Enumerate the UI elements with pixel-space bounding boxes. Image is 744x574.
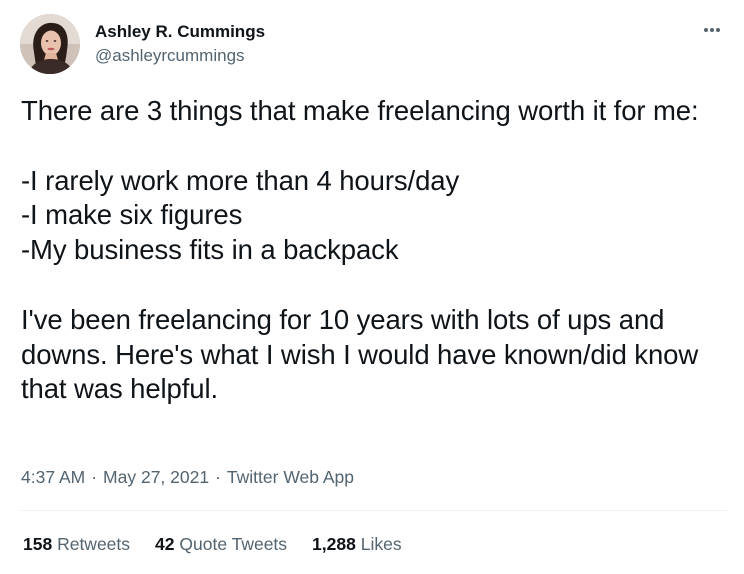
separator-dot: · [215, 467, 221, 487]
profile-photo-icon [20, 14, 80, 74]
avatar[interactable] [20, 14, 80, 74]
retweets-label: Retweets [57, 534, 131, 554]
author-handle[interactable]: @ashleyrcummings [95, 45, 265, 67]
more-options-button[interactable] [700, 20, 724, 40]
more-horizontal-icon [716, 28, 720, 32]
more-horizontal-icon [710, 28, 714, 32]
tweet-text: There are 3 things that make freelancing… [21, 95, 699, 405]
tweet-card: Ashley R. Cummings @ashleyrcummings Ther… [0, 0, 744, 574]
likes-count: 1,288 [312, 534, 356, 554]
separator-dot: · [91, 467, 98, 487]
retweets-count: 158 [23, 534, 53, 554]
quote-tweets-count: 42 [155, 534, 175, 554]
tweet-metadata: 4:37 AM · May 27, 2021 · Twitter Web App [21, 466, 354, 488]
quote-tweets-stat[interactable]: 42 Quote Tweets [155, 533, 287, 555]
quote-tweets-label: Quote Tweets [179, 534, 288, 554]
tweet-source[interactable]: Twitter Web App [227, 467, 354, 487]
tweet-stats: 158 Retweets 42 Quote Tweets 1,288 Likes [23, 533, 427, 555]
author-display-name[interactable]: Ashley R. Cummings [95, 21, 265, 43]
tweet-date[interactable]: May 27, 2021 [103, 467, 209, 487]
tweet-time[interactable]: 4:37 AM [21, 467, 85, 487]
tweet-author: Ashley R. Cummings @ashleyrcummings [95, 21, 265, 67]
likes-label: Likes [360, 534, 402, 554]
divider [20, 510, 727, 511]
likes-stat[interactable]: 1,288 Likes [312, 533, 402, 555]
retweets-stat[interactable]: 158 Retweets [23, 533, 130, 555]
more-horizontal-icon [704, 28, 708, 32]
